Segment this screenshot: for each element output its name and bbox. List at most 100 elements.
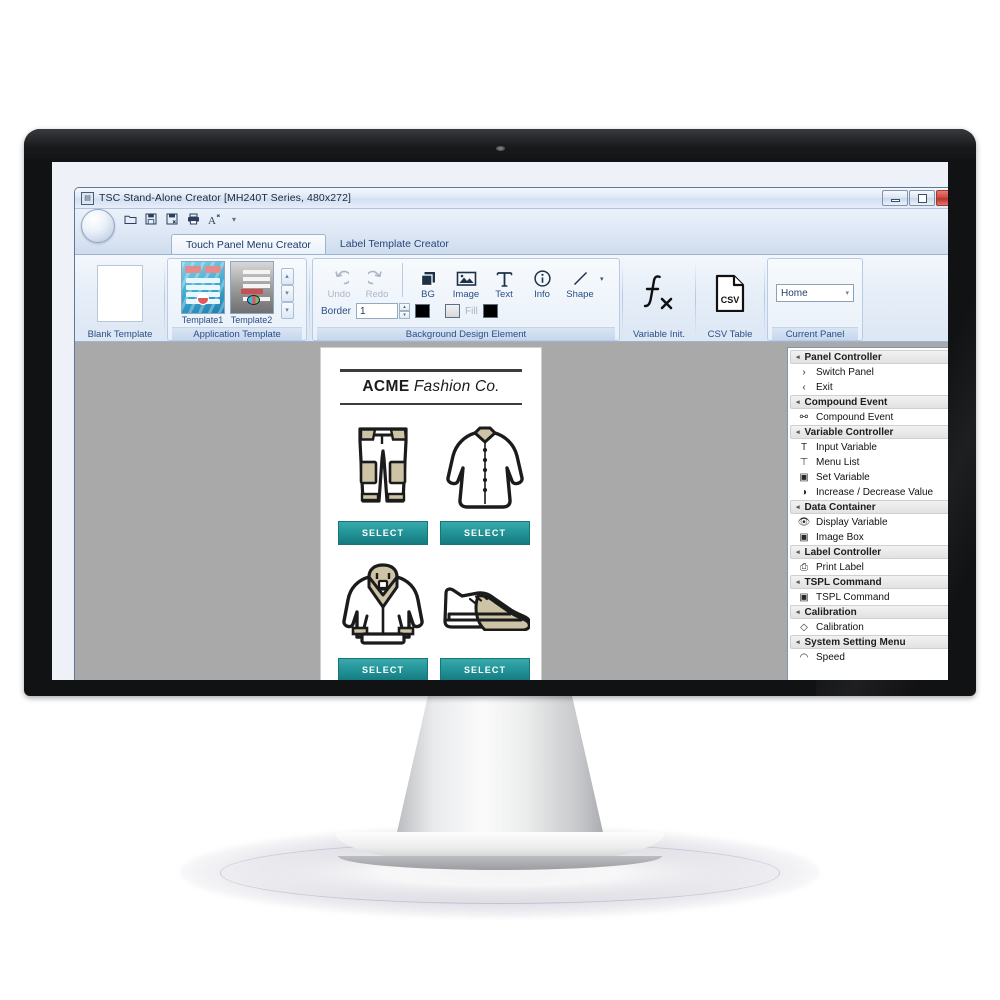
font-size-icon[interactable]: A (207, 212, 221, 226)
bg-button[interactable]: BG (410, 261, 446, 301)
border-spin-down-icon[interactable]: ▾ (399, 311, 411, 319)
template-scroll-down-button[interactable]: ▾ (280, 284, 294, 302)
minimize-button[interactable] (882, 190, 908, 206)
tool-item-image-box[interactable]: ▣ Image Box (790, 530, 948, 545)
tool-group-header-label-controller[interactable]: ◂ Label Controller (790, 545, 948, 559)
tool-item-tspl-command[interactable]: ▣ TSPL Command (790, 590, 948, 605)
blank-template-thumbnail[interactable] (97, 264, 143, 322)
tool-group-header-data-container[interactable]: ◂ Data Container (790, 500, 948, 514)
tool-item-input-variable[interactable]: T Input Variable (790, 440, 948, 455)
tool-group-header-variable-controller[interactable]: ◂ Variable Controller (790, 425, 948, 439)
quick-access-row: A ▾ (75, 209, 948, 243)
ribbon-group-csv-table: CSV CSV Table (698, 258, 762, 341)
open-icon[interactable] (123, 212, 137, 226)
application-menu-orb-button[interactable] (81, 209, 115, 243)
image-button[interactable]: Image (448, 261, 484, 301)
save-icon[interactable] (144, 212, 158, 226)
template1-thumbnail[interactable] (180, 261, 225, 314)
tool-group-title: System Setting Menu (804, 636, 906, 648)
current-panel-value: Home (781, 287, 808, 299)
line-icon (571, 262, 590, 288)
current-panel-dropdown[interactable]: Home ▾ (776, 284, 854, 302)
dress-shoe-icon (440, 555, 530, 655)
tool-item-increase-decrease-value[interactable]: ◑ Increase / Decrease Value (790, 485, 948, 500)
tool-group-title: Label Controller (804, 546, 882, 558)
tool-group-header-system-setting-menu[interactable]: ◂ System Setting Menu (790, 635, 948, 649)
fill-color-swatch[interactable] (482, 304, 498, 318)
text-button[interactable]: Text (486, 261, 522, 301)
ribbon: Blank Template Template1 Template2 ▴ ▾ ▾… (75, 254, 948, 342)
shape-overflow-caret-icon[interactable]: ▾ (600, 275, 604, 283)
select-button-jacket[interactable]: SELECT (338, 658, 428, 680)
tool-item-display-variable[interactable]: 👁 Display Variable (790, 515, 948, 530)
fill-toggle-swatch[interactable] (445, 304, 461, 318)
tool-item-label: Input Variable (816, 442, 877, 453)
select-button-shoe[interactable]: SELECT (440, 658, 530, 680)
collapse-caret-icon: ◂ (796, 399, 800, 406)
undo-button[interactable]: Undo (321, 261, 357, 301)
select-button-shirt[interactable]: SELECT (440, 521, 530, 545)
template-scroll-more-button[interactable]: ▾ (280, 301, 294, 319)
collapse-caret-icon: ◂ (796, 354, 800, 361)
chevron-left-icon: ‹ (802, 382, 806, 393)
tool-item-calibration[interactable]: ◇ Calibration (790, 620, 948, 635)
text-label: Text (495, 289, 513, 300)
tab-label-template-creator[interactable]: Label Template Creator (326, 234, 463, 254)
bezel-top-highlight (24, 129, 976, 159)
application-window: ▤ TSC Stand-Alone Creator [MH240T Series… (74, 187, 948, 680)
tool-group-header-panel-controller[interactable]: ◂ Panel Controller (790, 350, 948, 364)
product-cell-shoe: SELECT (440, 555, 530, 680)
svg-text:A: A (208, 215, 216, 225)
ribbon-group-variable-init: Variable Init. (625, 258, 693, 341)
template-scroll-up-button[interactable]: ▴ (280, 267, 294, 285)
tool-item-label: Increase / Decrease Value (816, 487, 934, 498)
redo-button[interactable]: Redo (359, 261, 395, 301)
maximize-button[interactable] (909, 190, 935, 206)
csv-table-button[interactable]: CSV (699, 272, 761, 314)
design-canvas[interactable]: ACME Fashion Co. SELECT SELECT SELECT SE… (320, 347, 542, 680)
fx-icon (642, 272, 676, 314)
tool-item-label: Menu List (816, 457, 860, 468)
brand-name-bold: ACME (362, 377, 410, 395)
quick-access-more-caret-icon[interactable]: ▾ (232, 215, 236, 224)
monitor-scene: ▤ TSC Stand-Alone Creator [MH240T Series… (0, 0, 1000, 1000)
tool-item-label: Display Variable (816, 517, 888, 528)
tool-item-speed[interactable]: ◠ Speed (790, 650, 948, 665)
tool-item-switch-panel[interactable]: › Switch Panel (790, 365, 948, 380)
product-grid: SELECT SELECT SELECT SELECT (338, 418, 530, 680)
ribbon-separator (764, 262, 765, 337)
collapse-caret-icon: ◂ (796, 504, 800, 511)
bg-label: BG (421, 289, 435, 300)
border-spin-up-icon[interactable]: ▴ (399, 303, 411, 311)
border-color-swatch[interactable] (415, 304, 431, 318)
application-template-item-1[interactable]: Template1 (180, 261, 225, 325)
tab-touch-panel-menu-creator[interactable]: Touch Panel Menu Creator (171, 234, 326, 254)
ribbon-separator (622, 262, 623, 337)
tool-item-exit[interactable]: ‹ Exit (790, 380, 948, 395)
print-icon[interactable] (186, 212, 200, 226)
tool-item-menu-list[interactable]: ⊤ Menu List (790, 455, 948, 470)
border-spinner[interactable]: ▴ ▾ (399, 303, 411, 319)
info-button[interactable]: Info (524, 261, 560, 301)
tool-group-header-compound-event[interactable]: ◂ Compound Event (790, 395, 948, 409)
close-button[interactable]: ✕ (936, 190, 948, 206)
select-button-pants[interactable]: SELECT (338, 521, 428, 545)
csv-file-icon: CSV (714, 272, 746, 314)
tool-item-compound-event[interactable]: ⚯ Compound Event (790, 410, 948, 425)
collapse-caret-icon: ◂ (796, 549, 800, 556)
save-as-icon[interactable] (165, 212, 179, 226)
variable-init-button[interactable] (628, 272, 690, 314)
ribbon-group-current-panel: Home ▾ Current Panel (767, 258, 863, 341)
title-bar: ▤ TSC Stand-Alone Creator [MH240T Series… (75, 188, 948, 209)
tool-group-header-tspl-command[interactable]: ◂ TSPL Command (790, 575, 948, 589)
shape-button[interactable]: Shape (562, 261, 598, 301)
template2-thumbnail[interactable] (229, 261, 274, 314)
tool-item-print-label[interactable]: ⎙ Print Label (790, 560, 948, 575)
border-width-input[interactable] (356, 303, 399, 319)
dress-shirt-icon (443, 418, 527, 518)
app-window-icon: ▤ (81, 191, 94, 205)
undo-icon (330, 262, 349, 288)
application-template-item-2[interactable]: Template2 (229, 261, 274, 325)
tool-item-set-variable[interactable]: ▣ Set Variable (790, 470, 948, 485)
tool-group-header-calibration[interactable]: ◂ Calibration (790, 605, 948, 619)
